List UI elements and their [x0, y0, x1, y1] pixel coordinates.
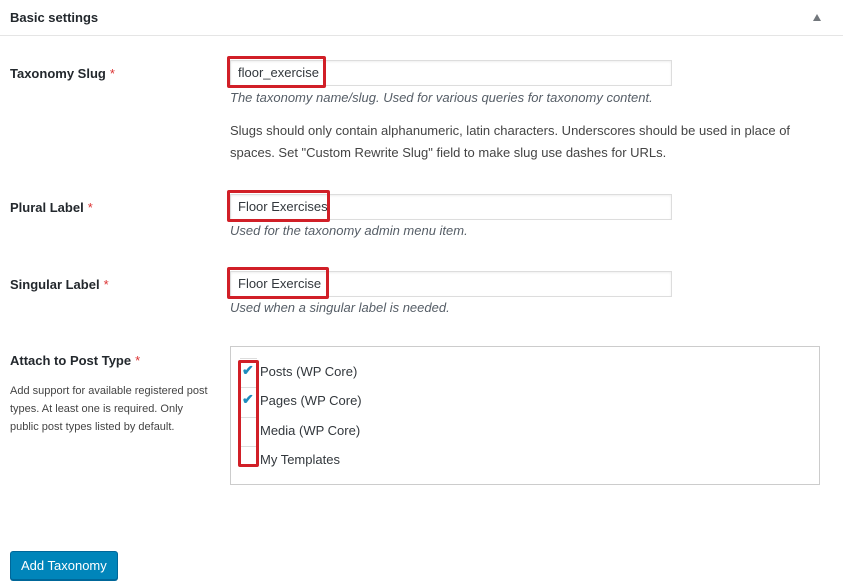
- add-taxonomy-button[interactable]: Add Taxonomy: [10, 551, 118, 580]
- required-mark: *: [103, 277, 109, 292]
- required-mark: *: [109, 66, 115, 81]
- singular-label-input[interactable]: Floor Exercise: [230, 271, 672, 297]
- checkbox-posts[interactable]: ✔: [240, 357, 257, 385]
- checkbox-label: Posts (WP Core): [260, 363, 358, 379]
- checkbox-label: Media (WP Core): [260, 422, 361, 438]
- checkbox-my-templates[interactable]: [240, 445, 257, 473]
- plural-label-input[interactable]: Floor Exercises: [230, 194, 672, 220]
- taxonomy-slug-note: Slugs should only contain alphanumeric, …: [230, 123, 791, 160]
- taxonomy-slug-label-text: Taxonomy Slug: [10, 66, 106, 81]
- taxonomy-slug-description: The taxonomy name/slug. Used for various…: [230, 90, 653, 105]
- required-mark: *: [87, 200, 93, 215]
- plural-label-text: Plural Label: [10, 200, 84, 215]
- taxonomy-slug-input[interactable]: floor_exercise: [230, 60, 672, 86]
- singular-label-label: Singular Label *: [10, 277, 109, 292]
- taxonomy-slug-label: Taxonomy Slug *: [10, 66, 115, 81]
- checkmark-icon: ✔: [242, 390, 254, 407]
- checkbox-label: My Templates: [260, 451, 340, 467]
- checkbox-media[interactable]: [240, 416, 257, 444]
- plural-label-description: Used for the taxonomy admin menu item.: [230, 223, 468, 238]
- checkbox-row-my-templates[interactable]: My Templates: [240, 445, 340, 473]
- singular-label-text: Singular Label: [10, 277, 100, 292]
- checkbox-row-pages[interactable]: ✔ Pages (WP Core): [240, 386, 362, 414]
- checkbox-row-posts[interactable]: ✔ Posts (WP Core): [240, 357, 358, 385]
- panel-header[interactable]: Basic settings: [0, 0, 843, 36]
- checkbox-pages[interactable]: ✔: [240, 386, 257, 414]
- checkbox-label: Pages (WP Core): [260, 392, 362, 408]
- checkmark-icon: ✔: [242, 361, 254, 378]
- triangle-up-icon[interactable]: [813, 14, 821, 21]
- post-type-label-text: Attach to Post Type: [10, 353, 132, 368]
- plural-label-label: Plural Label *: [10, 200, 93, 215]
- panel-title: Basic settings: [10, 10, 99, 25]
- post-type-description: Add support for available registered pos…: [10, 385, 208, 433]
- post-type-label: Attach to Post Type *: [10, 353, 140, 368]
- required-mark: *: [135, 353, 141, 368]
- checkbox-row-media[interactable]: Media (WP Core): [240, 416, 361, 444]
- singular-label-description: Used when a singular label is needed.: [230, 300, 450, 315]
